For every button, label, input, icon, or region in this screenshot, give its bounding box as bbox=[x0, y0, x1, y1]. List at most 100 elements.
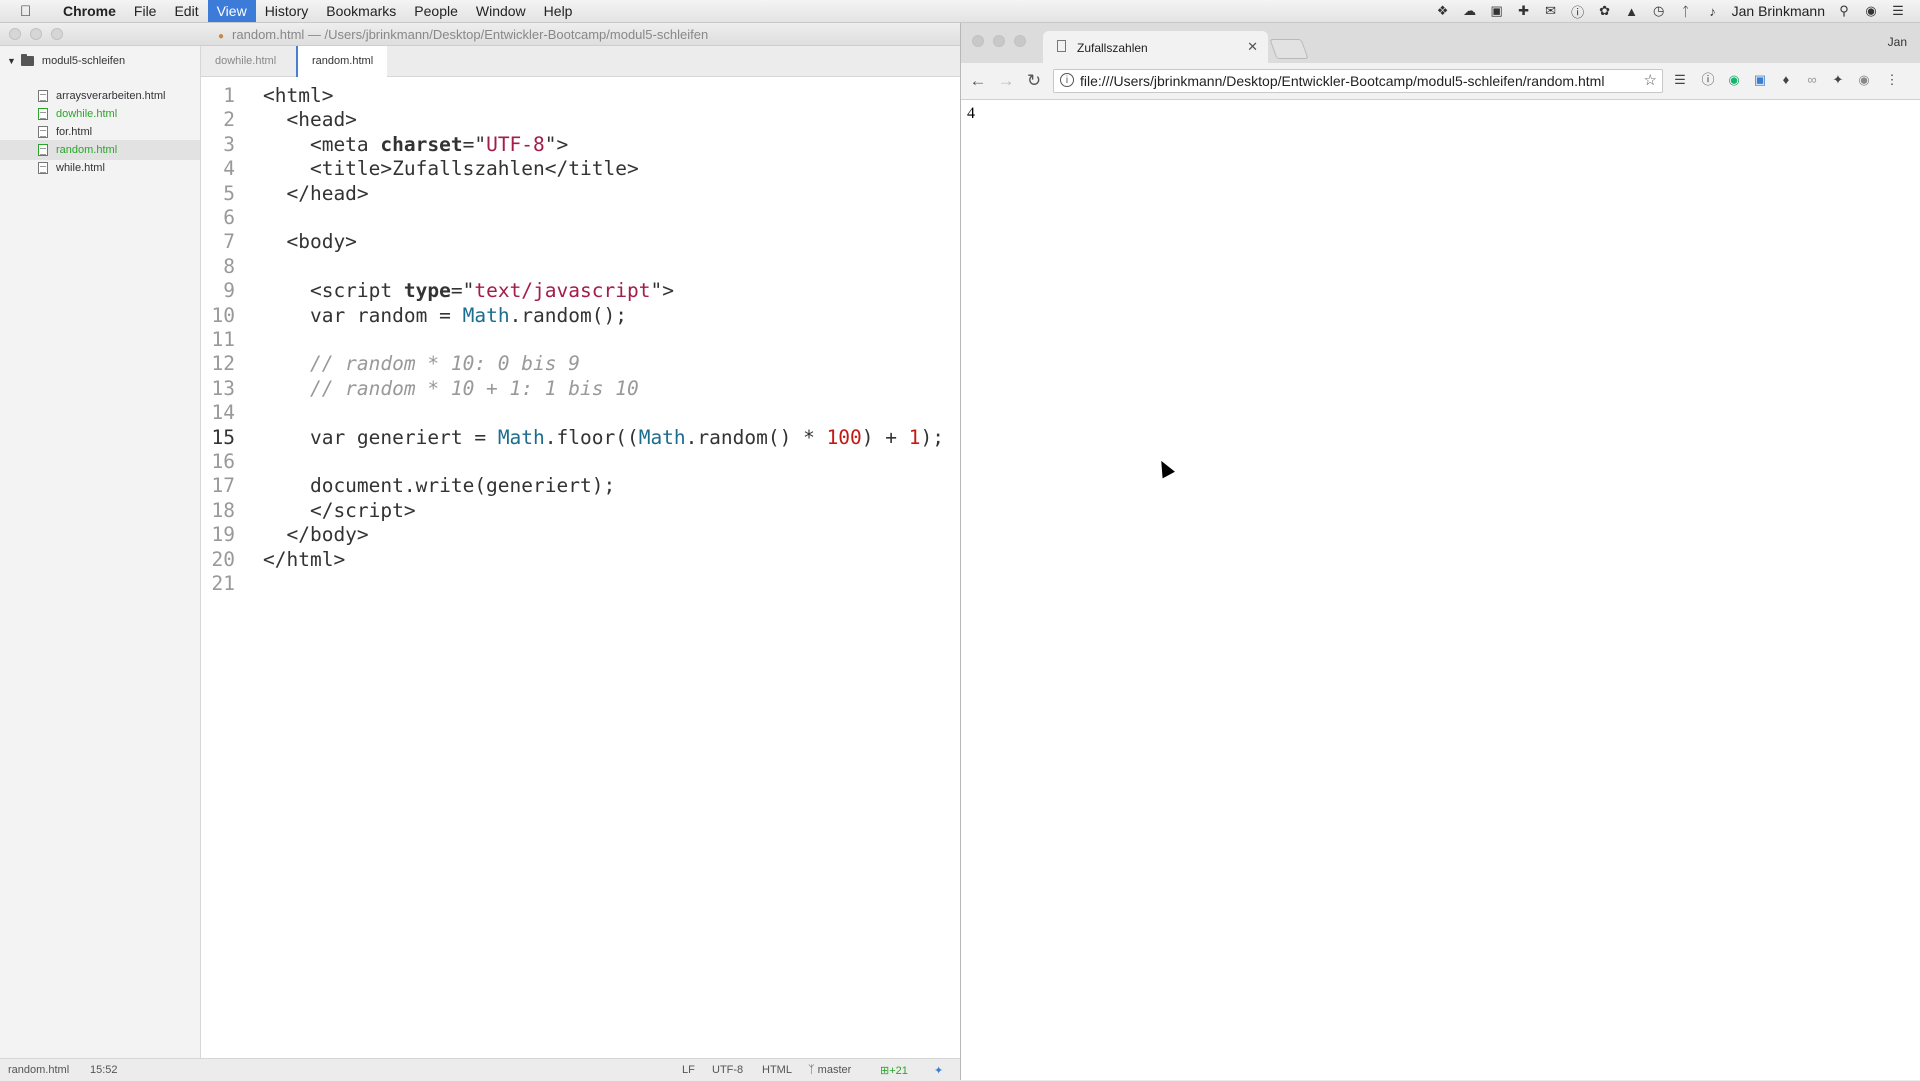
password-extension-icon[interactable]: ⓘ bbox=[1699, 71, 1717, 89]
file-icon bbox=[38, 90, 48, 102]
modified-indicator-icon: ● bbox=[218, 31, 225, 42]
file-icon bbox=[38, 144, 48, 156]
editor-window-title: ● random.html — /Users/jbrinkmann/Desktop… bbox=[218, 27, 709, 42]
address-bar[interactable]: i file:///Users/jbrinkmann/Desktop/Entwi… bbox=[1053, 69, 1663, 93]
menu-help[interactable]: Help bbox=[535, 0, 582, 22]
m-extension-icon[interactable]: ◉ bbox=[1725, 71, 1743, 89]
menu-app-name[interactable]: Chrome bbox=[54, 0, 125, 22]
tree-file-while[interactable]: while.html bbox=[38, 158, 198, 178]
editor-window-controls bbox=[9, 28, 63, 40]
editor-window: ● random.html — /Users/jbrinkmann/Desktop… bbox=[0, 23, 960, 1081]
tree-file-dowhile[interactable]: dowhile.html bbox=[38, 104, 198, 124]
chevron-down-icon: ▼ bbox=[7, 56, 16, 66]
file-icon bbox=[38, 108, 48, 120]
editor-close-button[interactable] bbox=[9, 28, 21, 40]
tab-random[interactable]: random.html bbox=[296, 46, 388, 77]
browser-tab-title: Zufallszahlen bbox=[1077, 41, 1148, 55]
tree-file-for[interactable]: for.html bbox=[38, 122, 198, 142]
editor-zoom-button[interactable] bbox=[51, 28, 63, 40]
leaf-icon[interactable]: ✿ bbox=[1597, 3, 1613, 19]
menu-file[interactable]: File bbox=[125, 0, 166, 22]
menu-edit[interactable]: Edit bbox=[165, 0, 207, 22]
code-text: var generiert = Math.floor((Math.random(… bbox=[263, 425, 944, 449]
line-number: 21 bbox=[211, 572, 235, 595]
menu-kebab-icon[interactable]: ⋮ bbox=[1883, 71, 1901, 89]
bluetooth-icon[interactable]: ᛏ bbox=[1678, 3, 1694, 19]
plus-icon[interactable]: ✚ bbox=[1516, 3, 1532, 19]
code-text: // random * 10 + 1: 1 bis 10 bbox=[263, 376, 639, 400]
status-line-ending[interactable]: LF bbox=[682, 1064, 695, 1076]
code-editor[interactable]: 1 <html> 2 <head> 3 <meta charset="UTF-8"> 4… bbox=[201, 77, 960, 1057]
browser-window-controls bbox=[972, 35, 1026, 47]
page-icon bbox=[1057, 40, 1066, 52]
address-url: file:///Users/jbrinkmann/Desktop/Entwick… bbox=[1080, 73, 1605, 89]
browser-minimize-button[interactable] bbox=[993, 35, 1005, 47]
menu-window[interactable]: Window bbox=[467, 0, 535, 22]
dropbox-icon[interactable]: ❖ bbox=[1435, 3, 1451, 19]
apple-icon[interactable]:  bbox=[20, 3, 38, 20]
page-output: 4 bbox=[967, 105, 975, 122]
menu-bookmarks[interactable]: Bookmarks bbox=[317, 0, 405, 22]
user-name[interactable]: Jan Brinkmann bbox=[1732, 3, 1825, 19]
close-icon[interactable]: ✕ bbox=[1247, 39, 1258, 55]
menu-history[interactable]: History bbox=[256, 0, 318, 22]
profile-name[interactable]: Jan bbox=[1888, 35, 1907, 49]
menu-view[interactable]: View bbox=[207, 0, 256, 22]
editor-tab-bar: dowhile.html random.html bbox=[201, 46, 960, 77]
mail-icon[interactable]: ✉ bbox=[1543, 3, 1559, 19]
file-icon bbox=[38, 126, 48, 138]
notification-center-icon[interactable]: ☰ bbox=[1890, 3, 1906, 19]
tab-dowhile[interactable]: dowhile.html bbox=[201, 46, 290, 76]
editor-titlebar: ● random.html — /Users/jbrinkmann/Desktop… bbox=[0, 23, 960, 46]
search-icon[interactable]: ⚲ bbox=[1836, 3, 1852, 19]
menu-people[interactable]: People bbox=[405, 0, 467, 22]
evernote-extension-icon[interactable]: ♦ bbox=[1777, 71, 1795, 89]
new-tab-button[interactable] bbox=[1269, 39, 1309, 59]
status-grammar[interactable]: HTML bbox=[762, 1064, 792, 1076]
bird-extension-icon[interactable]: ✦ bbox=[1829, 71, 1847, 89]
status-encoding[interactable]: UTF-8 bbox=[712, 1064, 743, 1076]
tree-file-arraysverarbeiten[interactable]: arraysverarbeiten.html bbox=[38, 86, 198, 106]
bird-icon[interactable]: ✦ bbox=[934, 1064, 943, 1077]
info-icon[interactable]: i bbox=[1060, 73, 1074, 87]
browser-tab-strip: Zufallszahlen ✕ Jan bbox=[961, 23, 1920, 63]
browser-toolbar: ← → ↻ i file:///Users/jbrinkmann/Desktop… bbox=[961, 63, 1920, 100]
tree-file-random[interactable]: random.html bbox=[0, 140, 200, 160]
link-extension-icon[interactable]: ∞ bbox=[1803, 71, 1821, 89]
menu-bar:  Chrome File Edit View History Bookmark… bbox=[0, 0, 1920, 23]
code-text: var random = Math.random(); bbox=[263, 303, 627, 327]
bookmark-star-icon[interactable]: ☆ bbox=[1644, 71, 1657, 89]
password-manager-icon[interactable]: ⓘ bbox=[1570, 3, 1586, 20]
status-git-branch[interactable]: ᛉ master bbox=[808, 1064, 851, 1076]
camera-extension-icon[interactable]: ◉ bbox=[1855, 71, 1873, 89]
status-cursor-position[interactable]: 15:52 bbox=[90, 1064, 118, 1076]
time-machine-icon[interactable]: ◷ bbox=[1651, 3, 1667, 19]
tree-root-folder[interactable]: ▼ modul5-schleifen bbox=[7, 54, 125, 67]
editor-minimize-button[interactable] bbox=[30, 28, 42, 40]
folder-icon bbox=[20, 54, 34, 66]
siri-icon[interactable]: ◉ bbox=[1863, 3, 1879, 19]
cast-extension-icon[interactable]: ▣ bbox=[1751, 71, 1769, 89]
code-text: <body> bbox=[263, 230, 357, 254]
browser-tab-zufallszahlen[interactable]: Zufallszahlen ✕ bbox=[1043, 31, 1268, 63]
back-arrow-icon[interactable]: ← bbox=[967, 70, 989, 92]
mouse-cursor-icon bbox=[1155, 457, 1175, 479]
status-git-diff[interactable]: ⊞+21 bbox=[880, 1064, 908, 1077]
status-file-name[interactable]: random.html bbox=[8, 1064, 69, 1076]
reload-icon[interactable]: ↻ bbox=[1023, 70, 1045, 92]
browser-zoom-button[interactable] bbox=[1014, 35, 1026, 47]
cloud-icon[interactable]: ☁ bbox=[1462, 3, 1478, 19]
forward-arrow-icon[interactable]: → bbox=[995, 70, 1017, 92]
project-tree: ▼ modul5-schleifen arraysverarbeiten.htm… bbox=[0, 46, 201, 1058]
editor-status-bar: random.html 15:52 LF UTF-8 HTML ᛉ master… bbox=[0, 1058, 960, 1081]
browser-window: Zufallszahlen ✕ Jan ← → ↻ i file:///User… bbox=[960, 23, 1920, 1080]
vpn-icon[interactable]: ▲ bbox=[1624, 3, 1640, 19]
code-text: </head> bbox=[263, 181, 369, 205]
volume-icon[interactable]: ♪ bbox=[1705, 3, 1721, 19]
browser-close-button[interactable] bbox=[972, 35, 984, 47]
diff-added-icon: ⊞ bbox=[880, 1065, 890, 1077]
layers-extension-icon[interactable]: ☰ bbox=[1671, 71, 1689, 89]
code-text: </html> bbox=[263, 547, 346, 571]
camera-icon[interactable]: ▣ bbox=[1489, 3, 1505, 19]
status-menu-area: ❖ ☁ ▣ ✚ ✉ ⓘ ✿ ▲ ◷ ᛏ ♪ Jan Brinkmann ⚲ ◉ … bbox=[1435, 0, 1906, 22]
